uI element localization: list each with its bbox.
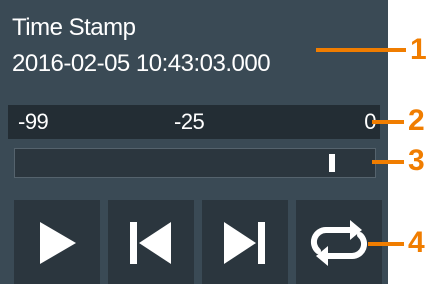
callout-line-1	[316, 48, 406, 52]
timestamp-label: Time Stamp	[12, 14, 136, 41]
previous-button[interactable]	[108, 200, 194, 284]
next-button[interactable]	[202, 200, 288, 284]
scale-min-label: -99	[18, 109, 49, 134]
callout-2: 2	[408, 104, 425, 137]
skip-previous-icon	[130, 222, 171, 264]
skip-next-icon	[224, 222, 265, 264]
play-icon	[40, 222, 76, 264]
callout-3: 3	[408, 144, 425, 177]
scale-bar: -99 -25 0	[8, 105, 380, 139]
callout-line-3	[372, 160, 404, 164]
slider-handle[interactable]	[329, 154, 336, 172]
callout-line-4	[368, 242, 404, 246]
callout-line-2	[372, 120, 404, 124]
callout-4: 4	[408, 226, 425, 259]
play-button[interactable]	[14, 200, 100, 284]
timestamp-value: 2016-02-05 10:43:03.000	[12, 50, 271, 77]
scale-mid-label: -25	[174, 109, 205, 134]
callout-1: 1	[410, 33, 427, 66]
playback-panel: Time Stamp 2016-02-05 10:43:03.000 -99 -…	[0, 0, 388, 284]
acquisition-slider[interactable]	[14, 148, 376, 178]
